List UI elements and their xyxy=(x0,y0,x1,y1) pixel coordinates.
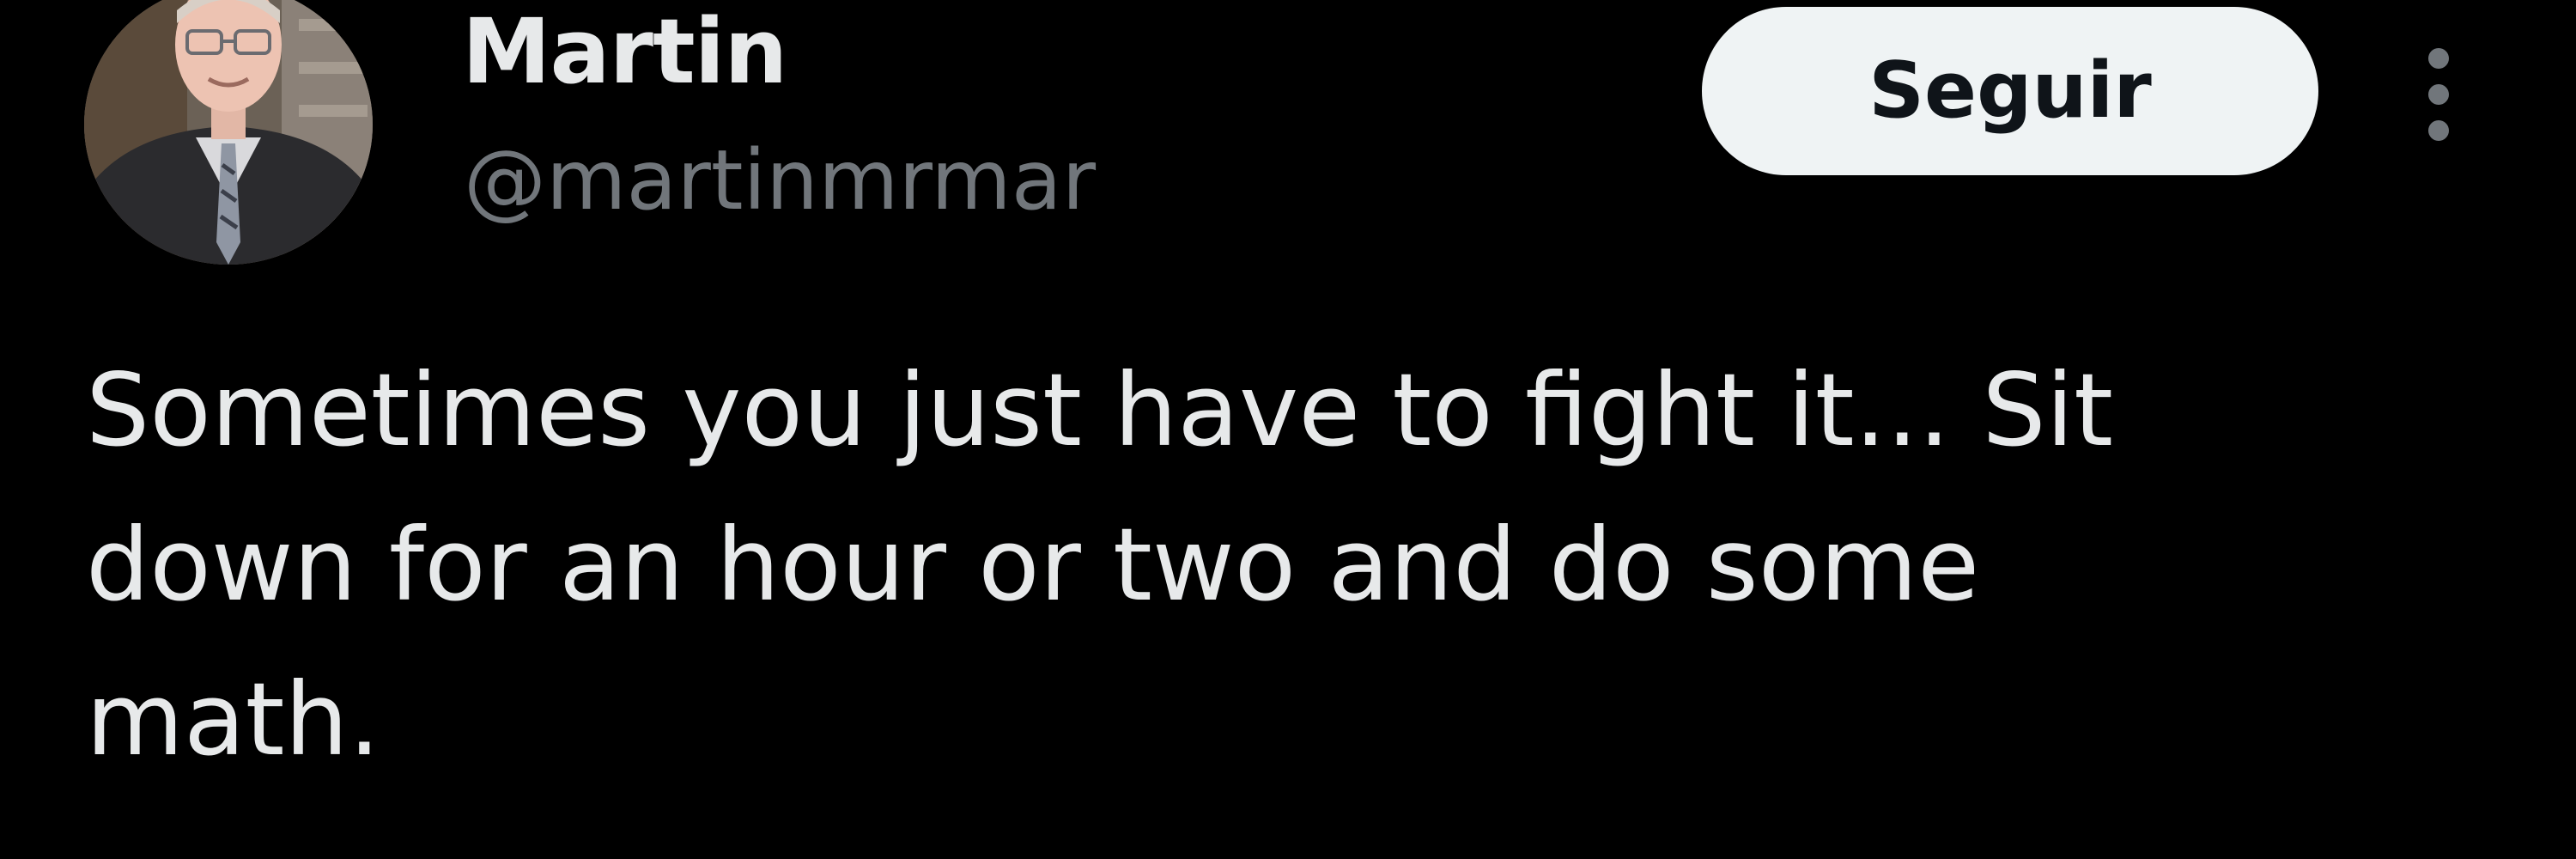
tweet-text-line: math. xyxy=(86,661,380,778)
tweet-text-line: Sometimes you just have to fight it... S… xyxy=(86,351,2114,469)
tweet-text: Sometimes you just have to fight it... S… xyxy=(86,333,2473,797)
follow-button[interactable]: Seguir xyxy=(1702,7,2318,175)
more-options-button[interactable] xyxy=(2404,34,2473,155)
more-vertical-icon xyxy=(2428,48,2449,141)
author-name[interactable]: Martin xyxy=(462,0,787,103)
avatar[interactable] xyxy=(84,0,373,265)
tweet-text-line: down for an hour or two and do some xyxy=(86,506,1980,624)
avatar-photo xyxy=(84,0,373,265)
author-handle[interactable]: @martinmrmar xyxy=(464,129,1096,232)
